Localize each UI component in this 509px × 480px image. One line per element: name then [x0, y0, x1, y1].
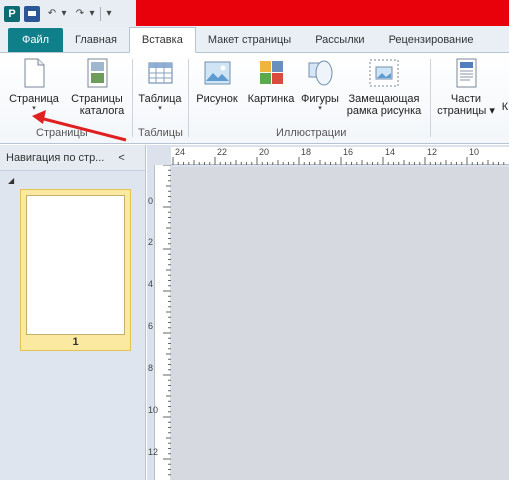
page-parts-label-2: страницы ▾ [437, 105, 495, 117]
tab-file[interactable]: Файл [8, 28, 64, 52]
hruler-label: 12 [427, 147, 438, 157]
picture-icon [203, 57, 231, 89]
document-workspace[interactable] [171, 167, 509, 480]
title-bar-red-area [136, 0, 509, 26]
shapes-button-label: Фигуры [301, 93, 339, 105]
shapes-icon [306, 57, 334, 89]
vruler-label: 6 [148, 321, 154, 331]
catalog-pages-button[interactable]: Страницы каталога [66, 57, 128, 117]
tab-insert[interactable]: Вставка [128, 27, 196, 53]
catalog-pages-label-2: каталога [79, 105, 125, 117]
page-parts-button[interactable]: Части страницы ▾ [436, 57, 496, 117]
picture-button[interactable]: Рисунок [192, 57, 242, 105]
vruler-label: 0 [148, 196, 154, 206]
group-separator [188, 59, 189, 137]
group-label-pages: Страницы [36, 127, 88, 139]
vruler-label: 12 [148, 447, 159, 457]
tab-page-layout[interactable]: Макет страницы [196, 28, 303, 52]
page-button-label: Страница [9, 93, 59, 105]
clipart-button-label: Картинка [247, 93, 295, 105]
hruler-label: 24 [175, 147, 186, 157]
publisher-app-icon[interactable]: P [4, 5, 20, 22]
page-thumbnail-preview[interactable] [26, 195, 125, 335]
customize-quick-access-icon[interactable]: ▾ [105, 6, 113, 22]
tab-review[interactable]: Рецензирование [377, 28, 486, 52]
hruler-label: 22 [217, 147, 228, 157]
table-icon [146, 57, 174, 89]
blank-page-icon [20, 57, 48, 89]
group-separator [430, 59, 431, 137]
vruler-label: 2 [148, 237, 154, 247]
hruler-label: 14 [385, 147, 396, 157]
vruler-label: 4 [148, 279, 154, 289]
vruler-label: 10 [148, 405, 159, 415]
table-button-label: Таблица [138, 93, 182, 105]
picture-placeholder-icon [367, 57, 401, 89]
next-ribbon-button-label: К [501, 101, 509, 113]
catalog-page-icon [83, 57, 111, 89]
hruler-label: 20 [259, 147, 270, 157]
page-thumbnail-number: 1 [72, 336, 79, 348]
picture-placeholder-label-1: Замещающая [348, 93, 420, 105]
horizontal-ruler[interactable]: 24 22 20 18 16 14 12 10 [171, 145, 509, 167]
vertical-ruler-strip [154, 165, 171, 480]
quick-access-separator [100, 6, 101, 21]
picture-button-label: Рисунок [196, 93, 238, 105]
navigation-pane-title: Навигация по стр... [6, 151, 105, 164]
undo-dropdown-icon[interactable]: ▾ [60, 6, 68, 22]
next-ribbon-button[interactable]: К [500, 97, 509, 113]
group-separator [132, 59, 133, 137]
hruler-label: 10 [469, 147, 480, 157]
section-collapse-toggle[interactable]: ◢ [0, 171, 145, 189]
redo-dropdown-icon[interactable]: ▾ [88, 6, 96, 22]
undo-icon[interactable]: ↶ [44, 6, 60, 22]
ribbon-tabs: Файл Главная Вставка Макет страницы Расс… [0, 27, 509, 53]
picture-placeholder-button[interactable]: Замещающая рамка рисунка [342, 57, 426, 117]
clipart-icon [257, 57, 285, 89]
vertical-ruler[interactable]: 0 2 4 6 8 10 12 [147, 145, 171, 480]
page-parts-icon [452, 57, 480, 89]
ribbon-insert: Страница ▾ Страницы каталога Таблица ▾ Р… [0, 53, 509, 144]
collapse-pane-icon[interactable]: < [118, 152, 124, 164]
page-button[interactable]: Страница ▾ [6, 57, 62, 113]
page-navigation-pane: Навигация по стр... < ◢ 1 [0, 145, 146, 480]
catalog-pages-label-1: Страницы [71, 93, 123, 105]
hruler-label: 16 [343, 147, 354, 157]
page-thumbnail-1[interactable]: 1 [20, 189, 131, 351]
tab-mailings[interactable]: Рассылки [303, 28, 376, 52]
collapse-triangle-icon[interactable]: ◢ [8, 176, 14, 185]
table-button[interactable]: Таблица ▾ [136, 57, 184, 113]
tab-home[interactable]: Главная [63, 28, 129, 52]
picture-placeholder-label-2: рамка рисунка [346, 105, 422, 117]
page-parts-label-1: Части [450, 93, 482, 105]
table-dropdown-icon[interactable]: ▾ [158, 105, 162, 113]
redo-icon[interactable]: ↷ [72, 6, 88, 22]
shapes-button[interactable]: Фигуры ▾ [298, 57, 342, 113]
save-icon[interactable] [24, 5, 40, 22]
vertical-ruler-ticks [163, 165, 171, 476]
clipart-button[interactable]: Картинка [244, 57, 298, 105]
group-label-illustrations: Иллюстрации [276, 127, 347, 139]
page-dropdown-icon[interactable]: ▾ [32, 105, 36, 113]
vruler-label: 8 [148, 363, 154, 373]
title-bar: P ↶ ▾ ↷ ▾ ▾ [0, 0, 509, 27]
hruler-label: 18 [301, 147, 312, 157]
group-label-tables: Таблицы [138, 127, 183, 139]
shapes-dropdown-icon[interactable]: ▾ [318, 105, 322, 113]
navigation-pane-header: Навигация по стр... < [0, 145, 145, 171]
